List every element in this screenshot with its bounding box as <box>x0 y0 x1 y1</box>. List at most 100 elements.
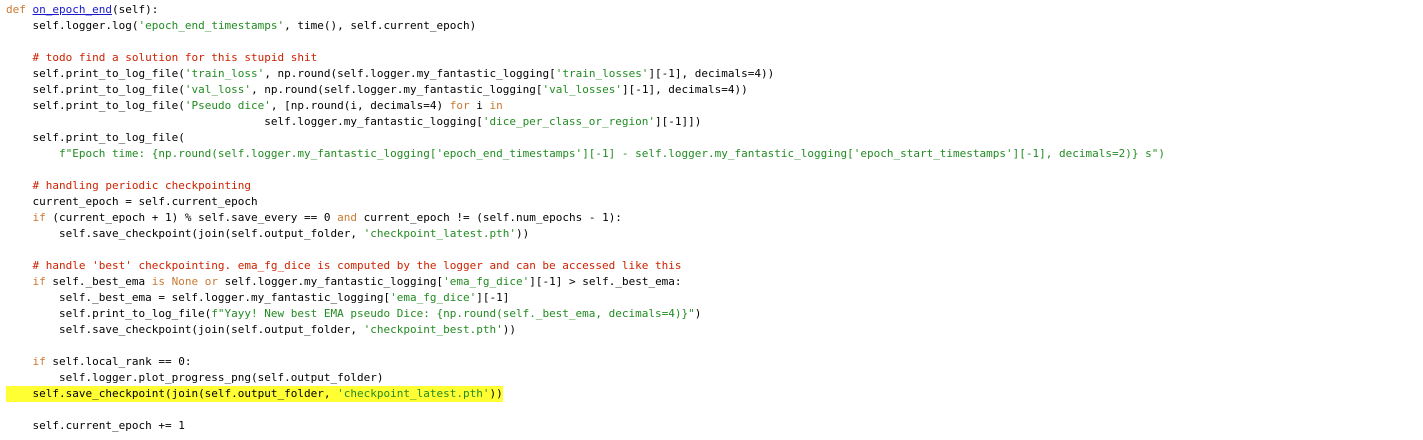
code-token: 'dice_per_class_or_region' <box>482 115 656 128</box>
code-token: # handle 'best' checkpointing. ema_fg_di… <box>32 259 682 272</box>
code-token: self.print_to_log_file( <box>58 307 212 320</box>
code-token: ) <box>694 307 702 320</box>
code-token: if <box>32 211 46 224</box>
code-token: )) <box>489 387 503 400</box>
code-line: self.current_epoch += 1 <box>6 418 185 434</box>
code-token: ][-1] > self._best_ema: <box>529 275 682 288</box>
code-token: ][-1]]) <box>655 115 702 128</box>
code-token: self.print_to_log_file( <box>32 99 185 112</box>
code-token: None <box>171 275 199 288</box>
code-token: ][-1], decimals=2)} s") <box>1012 147 1165 160</box>
code-line: self._best_ema = self.logger.my_fantasti… <box>6 290 509 306</box>
code-token: self.logger.plot_progress_png(self.outpu… <box>58 371 384 384</box>
code-line: # handling periodic checkpointing <box>6 178 252 194</box>
code-token: self.current_epoch += 1 <box>32 419 185 432</box>
code-token: )) <box>515 227 530 240</box>
code-token: self.print_to_log_file( <box>32 83 185 96</box>
code-line: self.print_to_log_file('Pseudo dice', [n… <box>6 98 503 114</box>
code-token: self._best_ema <box>45 275 152 288</box>
code-token: self.print_to_log_file( <box>32 67 185 80</box>
code-token: 'train_losses' <box>555 67 649 80</box>
code-token: (self): <box>111 3 159 16</box>
code-line: self.save_checkpoint(join(self.output_fo… <box>6 226 529 242</box>
code-line: self.print_to_log_file(f"Yayy! New best … <box>6 306 701 322</box>
code-token: 'epoch_end_timestamps' <box>436 147 583 160</box>
code-token: self.logger.my_fantastic_logging[ <box>264 115 483 128</box>
code-token: self.save_checkpoint(join(self.output_fo… <box>58 323 364 336</box>
code-editor[interactable]: def on_epoch_end(self): self.logger.log(… <box>0 0 1423 440</box>
code-line: # todo find a solution for this stupid s… <box>6 50 318 66</box>
code-token: on_epoch_end <box>32 3 112 16</box>
code-token: for <box>449 99 470 112</box>
code-token: and <box>337 211 358 224</box>
code-token: self.logger.log( <box>32 19 139 32</box>
code-token: 'ema_fg_dice' <box>443 275 530 288</box>
code-line: f"Epoch time: {np.round(self.logger.my_f… <box>6 146 1165 162</box>
code-token: def <box>6 3 33 16</box>
code-line: self.print_to_log_file('train_loss', np.… <box>6 66 775 82</box>
code-token: in <box>489 99 503 112</box>
code-token: 'checkpoint_best.pth' <box>363 323 503 336</box>
code-token: f"Yayy! New best EMA pseudo Dice: {np.ro… <box>211 307 695 320</box>
code-line: self.save_checkpoint(join(self.output_fo… <box>6 322 516 338</box>
code-token: is <box>151 275 165 288</box>
code-token: 'epoch_end_timestamps' <box>138 19 285 32</box>
code-token: 'checkpoint_latest.pth' <box>363 227 516 240</box>
code-token: self.save_checkpoint(join(self.output_fo… <box>32 387 338 400</box>
code-token: , np.round(self.logger.my_fantastic_logg… <box>251 83 543 96</box>
code-line: if self.local_rank == 0: <box>6 354 192 370</box>
code-token: (current_epoch + 1) % self.save_every ==… <box>45 211 338 224</box>
code-token: ][-1] - self.logger.my_fantastic_logging… <box>582 147 854 160</box>
code-line: if self._best_ema is None or self.logger… <box>6 274 682 290</box>
code-token: , np.round(self.logger.my_fantastic_logg… <box>264 67 556 80</box>
code-token: ][-1], decimals=4)) <box>621 83 748 96</box>
code-line: if (current_epoch + 1) % self.save_every… <box>6 210 622 226</box>
code-line: current_epoch = self.current_epoch <box>6 194 258 210</box>
code-token: self.logger.my_fantastic_logging[ <box>217 275 444 288</box>
code-token: ][-1], decimals=4)) <box>648 67 775 80</box>
code-token: 'ema_fg_dice' <box>390 291 477 304</box>
highlighted-code-line: self.save_checkpoint(join(self.output_fo… <box>6 386 503 402</box>
code-token: # todo find a solution for this stupid s… <box>32 51 318 64</box>
code-token: i <box>469 99 490 112</box>
code-token: f"Epoch time: {np.round(self.logger.my_f… <box>58 147 437 160</box>
code-line: self.logger.log('epoch_end_timestamps', … <box>6 18 477 34</box>
code-token: # handling periodic checkpointing <box>32 179 252 192</box>
code-token: , time(), self.current_epoch) <box>284 19 477 32</box>
code-token: self.save_checkpoint(join(self.output_fo… <box>58 227 364 240</box>
code-line: def on_epoch_end(self): <box>6 2 158 18</box>
code-token: 'val_loss' <box>184 83 252 96</box>
code-token: if <box>32 275 46 288</box>
code-token: 'val_losses' <box>542 83 622 96</box>
code-token: self._best_ema = self.logger.my_fantasti… <box>58 291 391 304</box>
code-token: 'train_loss' <box>184 67 265 80</box>
code-token: or <box>204 275 218 288</box>
code-token: current_epoch != (self.num_epochs - 1): <box>357 211 622 224</box>
code-token: self.print_to_log_file( <box>32 131 185 144</box>
code-token: ][-1] <box>476 291 510 304</box>
code-token: current_epoch = self.current_epoch <box>32 195 258 208</box>
code-line: self.print_to_log_file( <box>6 130 185 146</box>
code-line: self.print_to_log_file('val_loss', np.ro… <box>6 82 748 98</box>
code-token: self.local_rank == 0: <box>45 355 192 368</box>
code-token: 'Pseudo dice' <box>184 99 271 112</box>
code-token: 'checkpoint_latest.pth' <box>337 387 490 400</box>
